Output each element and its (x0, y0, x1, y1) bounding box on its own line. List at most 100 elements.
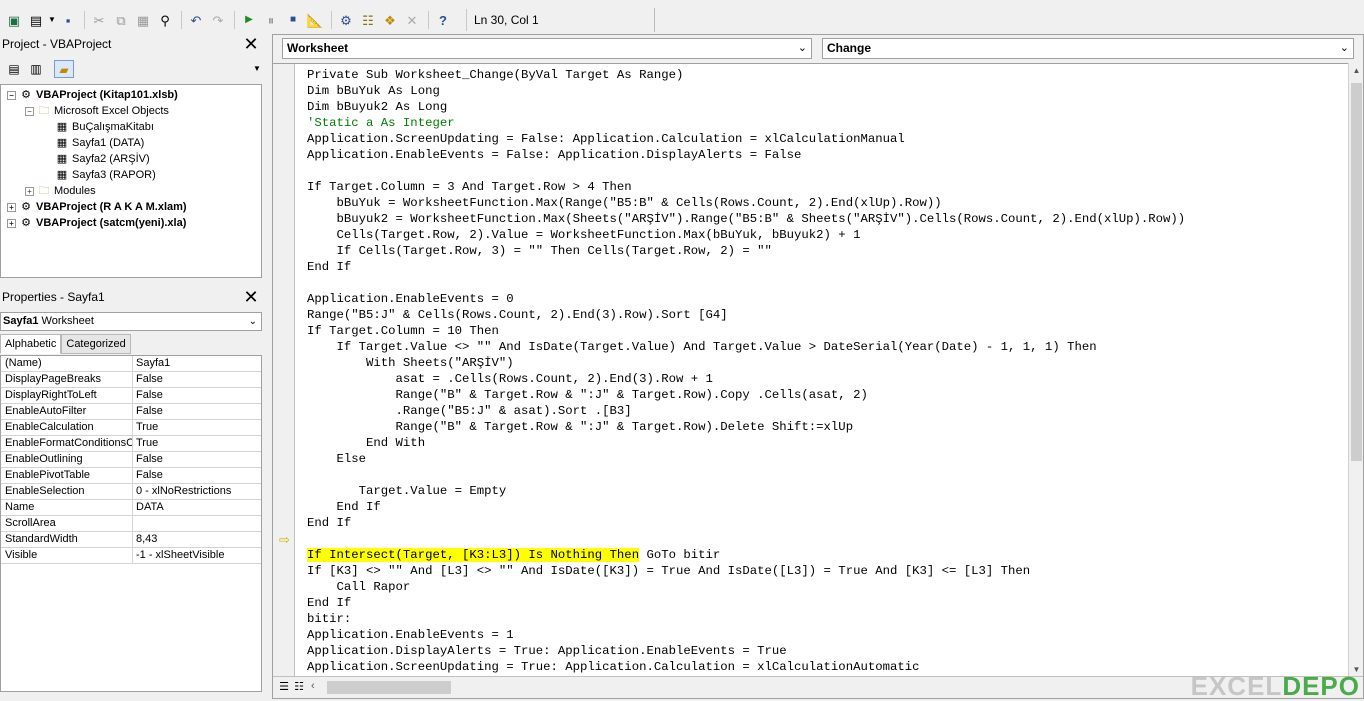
property-row[interactable]: (Name) Sayfa1 (1, 356, 261, 372)
procedure-select[interactable]: Change ⌄ (822, 38, 1354, 59)
tab-categorized[interactable]: Categorized (61, 334, 131, 354)
tree-item[interactable]: + 🗀 Modules (25, 183, 96, 199)
tab-alphabetic[interactable]: Alphabetic (0, 334, 62, 354)
property-value[interactable]: False (133, 452, 261, 467)
code-line[interactable]: End If (307, 515, 1185, 531)
scroll-left-icon[interactable]: ‹ (311, 680, 315, 692)
redo-icon[interactable]: ↷ (208, 10, 228, 30)
code-line[interactable]: Application.EnableEvents = 1 (307, 627, 1185, 643)
property-row[interactable]: StandardWidth 8,43 (1, 532, 261, 548)
project-explorer-icon[interactable]: ⚙ (336, 10, 356, 30)
code-line[interactable]: End With (307, 435, 1185, 451)
toggle-folders-icon[interactable]: ▰ (54, 60, 74, 78)
code-line[interactable]: With Sheets("ARŞİV") (307, 355, 1185, 371)
cut-icon[interactable]: ✂ (89, 10, 109, 30)
save-icon[interactable]: ▪ (58, 10, 78, 30)
code-line[interactable]: bBuYuk = WorksheetFunction.Max(Range("B5… (307, 195, 1185, 211)
code-line[interactable]: Application.ScreenUpdating = True: Appli… (307, 659, 1185, 675)
object-browser-icon[interactable]: ❖ (380, 10, 400, 30)
code-line[interactable]: Cells(Target.Row, 2).Value = WorksheetFu… (307, 227, 1185, 243)
excel-icon[interactable]: ▣ (4, 10, 24, 30)
code-line[interactable]: Target.Value = Empty (307, 483, 1185, 499)
code-text[interactable]: Private Sub Worksheet_Change(ByVal Targe… (307, 67, 1185, 677)
code-line[interactable]: Dim bBuyuk2 As Long (307, 99, 1185, 115)
reset-icon[interactable]: ■ (283, 10, 303, 30)
expand-icon[interactable]: + (7, 202, 16, 212)
code-line[interactable] (307, 467, 1185, 483)
paste-icon[interactable]: ▦ (133, 10, 153, 30)
property-value[interactable]: False (133, 372, 261, 387)
property-value[interactable]: True (133, 436, 261, 451)
code-line[interactable]: If Target.Column = 10 Then (307, 323, 1185, 339)
code-line[interactable]: .Range("B5:J" & asat).Sort .[B3] (307, 403, 1185, 419)
property-value[interactable] (133, 516, 261, 531)
property-row[interactable]: ScrollArea (1, 516, 261, 532)
code-line[interactable]: Application.DisplayAlerts = True: Applic… (307, 643, 1185, 659)
property-row[interactable]: EnableFormatConditionsCa True (1, 436, 261, 452)
code-line[interactable]: If [K3] <> "" And [L3] <> "" And IsDate(… (307, 563, 1185, 579)
code-line[interactable]: Range("B" & Target.Row & ":J" & Target.R… (307, 419, 1185, 435)
code-line[interactable]: Call Rapor (307, 579, 1185, 595)
code-line[interactable]: bBuyuk2 = WorksheetFunction.Max(Sheets("… (307, 211, 1186, 227)
close-icon[interactable]: ✕ (242, 35, 260, 53)
run-icon[interactable]: ▶ (239, 10, 259, 30)
code-line[interactable]: Else (307, 451, 1185, 467)
full-module-view-icon[interactable]: ☷ (292, 680, 306, 694)
vertical-scroll-thumb[interactable] (1351, 83, 1362, 461)
scroll-grip-icon[interactable]: ▼ (252, 60, 262, 78)
scroll-up-icon[interactable]: ▲ (1349, 63, 1364, 78)
view-object-icon[interactable]: ▥ (26, 60, 46, 78)
code-line[interactable]: asat = .Cells(Rows.Count, 2).End(3).Row … (307, 371, 1185, 387)
tree-item[interactable]: ▦ Sayfa2 (ARŞİV) (43, 151, 150, 167)
tree-item[interactable]: ▦ Sayfa1 (DATA) (43, 135, 145, 151)
code-line[interactable]: Application.EnableEvents = 0 (307, 291, 1185, 307)
tree-item[interactable]: + ⚙ VBAProject (satcm(yeni).xla) (7, 215, 186, 231)
code-line[interactable]: Range("B" & Target.Row & ":J" & Target.R… (307, 387, 1185, 403)
code-line[interactable]: 'Static a As Integer (307, 115, 1185, 131)
property-value[interactable]: False (133, 468, 261, 483)
view-code-icon[interactable]: ▤ (4, 60, 24, 78)
code-line[interactable]: If Target.Value <> "" And IsDate(Target.… (307, 339, 1185, 355)
property-value[interactable]: True (133, 420, 261, 435)
toolbox-icon[interactable]: ✕ (402, 10, 422, 30)
code-line[interactable]: bitir: (307, 611, 1185, 627)
property-value[interactable]: False (133, 404, 261, 419)
code-line[interactable]: Dim bBuYuk As Long (307, 83, 1185, 99)
code-line[interactable]: If Target.Column = 3 And Target.Row > 4 … (307, 179, 1185, 195)
chevron-down-icon[interactable]: ⌄ (249, 313, 257, 330)
tree-item[interactable]: ▦ BuÇalışmaKitabı (43, 119, 154, 135)
code-line[interactable] (307, 275, 1185, 291)
property-row[interactable]: DisplayRightToLeft False (1, 388, 261, 404)
expand-icon[interactable]: + (7, 218, 16, 228)
procedure-view-icon[interactable]: ☰ (277, 680, 291, 694)
code-line[interactable]: Range("B5:J" & Cells(Rows.Count, 2).End(… (307, 307, 1185, 323)
dropdown-arrow-icon[interactable]: ▼ (48, 10, 56, 30)
property-row[interactable]: DisplayPageBreaks False (1, 372, 261, 388)
toolbar-grip-handle[interactable] (654, 8, 662, 32)
vertical-scrollbar[interactable]: ▲ ▼ (1348, 63, 1363, 677)
property-value[interactable]: 0 - xlNoRestrictions (133, 484, 261, 499)
chevron-down-icon[interactable]: ⌄ (1340, 39, 1349, 58)
code-line[interactable]: If Cells(Target.Row, 3) = "" Then Cells(… (307, 243, 1185, 259)
properties-icon[interactable]: ☷ (358, 10, 378, 30)
property-value[interactable]: DATA (133, 500, 261, 515)
undo-icon[interactable]: ↶ (186, 10, 206, 30)
property-row[interactable]: EnableCalculation True (1, 420, 261, 436)
property-value[interactable]: 8,43 (133, 532, 261, 547)
chevron-down-icon[interactable]: ⌄ (798, 39, 807, 58)
property-row[interactable]: Name DATA (1, 500, 261, 516)
properties-object-select[interactable]: Sayfa1 Worksheet ⌄ (0, 312, 262, 331)
copy-icon[interactable]: ⧉ (111, 10, 131, 30)
code-line[interactable]: End If (307, 595, 1185, 611)
horizontal-scroll-thumb[interactable] (327, 681, 451, 694)
code-line[interactable]: Private Sub Worksheet_Change(ByVal Targe… (307, 67, 1185, 83)
tree-item[interactable]: + ⚙ VBAProject (R A K A M.xlam) (7, 199, 187, 215)
property-value[interactable]: -1 - xlSheetVisible (133, 548, 261, 563)
collapse-icon[interactable]: − (25, 106, 34, 116)
code-editor[interactable]: ⇨ Private Sub Worksheet_Change(ByVal Tar… (273, 63, 1349, 677)
breakpoint-margin[interactable]: ⇨ (273, 64, 295, 677)
property-row[interactable]: EnableOutlining False (1, 452, 261, 468)
insert-userform-icon[interactable]: ▤ (26, 10, 46, 30)
property-row[interactable]: Visible -1 - xlSheetVisible (1, 548, 261, 564)
help-icon[interactable]: ? (433, 10, 453, 30)
